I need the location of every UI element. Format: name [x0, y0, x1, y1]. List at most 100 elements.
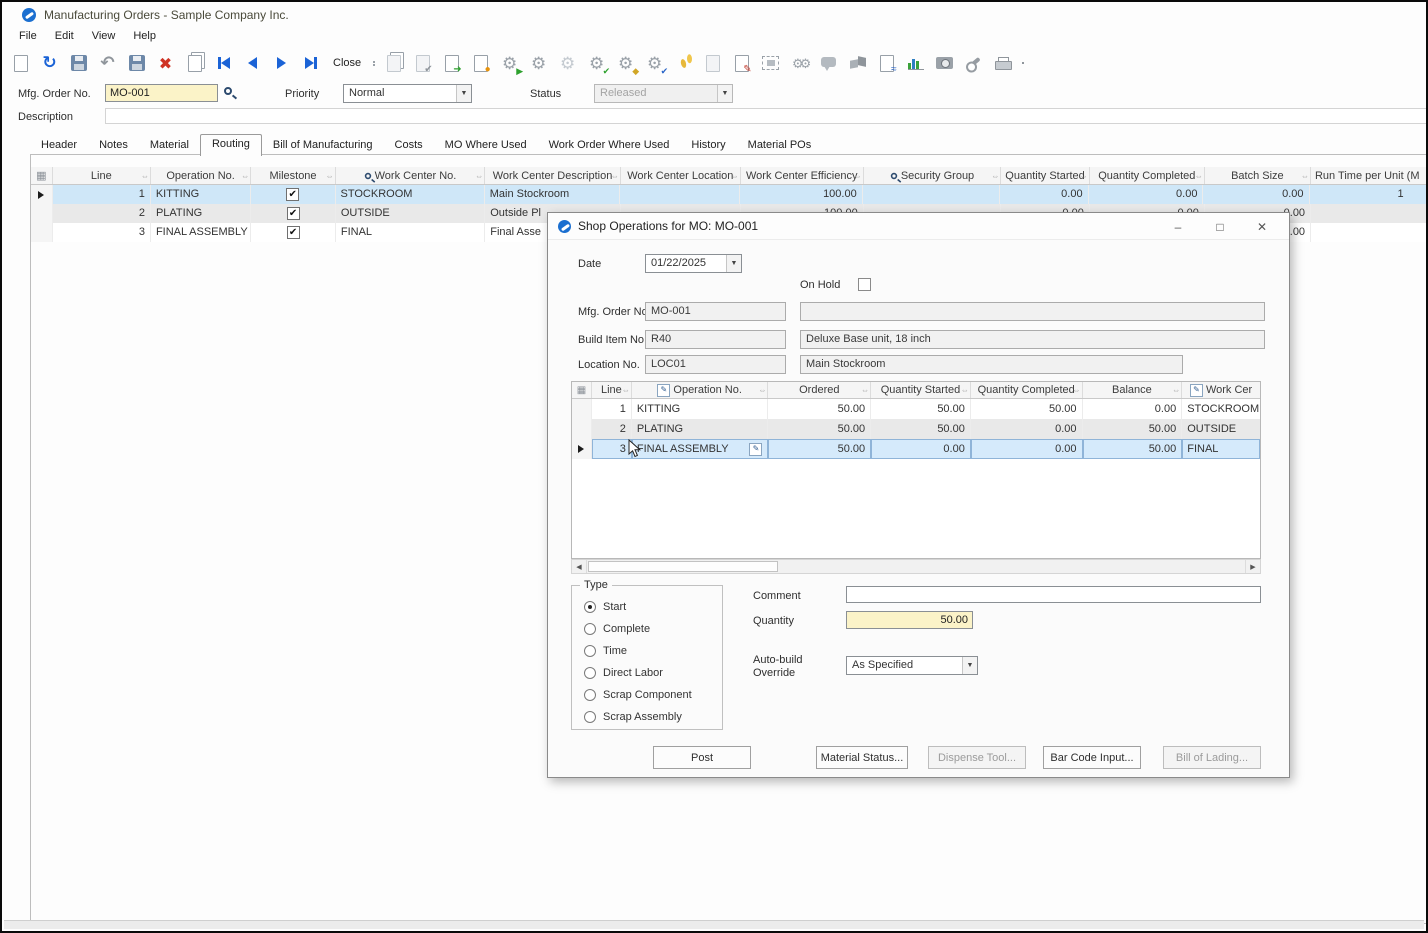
maximize-icon[interactable]: □ — [1199, 213, 1241, 240]
column-work-center-description[interactable]: Work Center Description⇔ — [485, 167, 621, 184]
print-icon[interactable] — [988, 50, 1017, 77]
menu-view[interactable]: View — [83, 28, 125, 47]
post-button[interactable]: Post — [653, 746, 751, 769]
chart-icon[interactable] — [901, 50, 930, 77]
column-work-center-no[interactable]: Work Center No.⇔ — [336, 167, 485, 184]
doc-export-icon[interactable]: ➜ — [437, 50, 466, 77]
copy-special-icon[interactable] — [379, 50, 408, 77]
preview-window-icon[interactable] — [756, 50, 785, 77]
first-record-icon[interactable] — [209, 50, 238, 77]
on-hold-checkbox[interactable] — [858, 278, 871, 291]
column-line[interactable]: Line⇔ — [592, 382, 632, 398]
table-row-selected[interactable]: 3 FINAL ASSEMBLY✎ 50.00 0.00 0.00 50.00 … — [572, 439, 1260, 459]
tab-costs[interactable]: Costs — [384, 136, 434, 155]
tab-bill-of-manufacturing[interactable]: Bill of Manufacturing — [262, 136, 384, 155]
column-milestone[interactable]: Milestone⇔ — [251, 167, 336, 184]
gear-verify-icon[interactable]: ⚙✔ — [640, 50, 669, 77]
radio-direct-labor[interactable]: Direct Labor — [584, 667, 663, 679]
new-icon[interactable] — [6, 50, 35, 77]
table-row[interactable]: 1 KITTING ✔ STOCKROOM Main Stockroom 100… — [31, 185, 1428, 204]
process-gear-icon[interactable]: ⚙▶ — [495, 50, 524, 77]
radio-scrap-assembly[interactable]: Scrap Assembly — [584, 711, 682, 723]
scroll-right-icon[interactable]: ▶ — [1245, 560, 1260, 573]
table-row[interactable]: 2 PLATING 50.00 50.00 0.00 50.00 OUTSIDE — [572, 419, 1260, 439]
comment-bubble-icon[interactable] — [814, 50, 843, 77]
tools-icon[interactable] — [959, 50, 988, 77]
column-work-center-location[interactable]: Work Center Location⇔ — [621, 167, 741, 184]
minimize-icon[interactable]: – — [1157, 213, 1199, 240]
doc-disabled-icon[interactable] — [698, 50, 727, 77]
bar-code-input-button[interactable]: Bar Code Input... — [1043, 746, 1141, 769]
radio-start[interactable]: Start — [584, 601, 626, 613]
column-quantity-started[interactable]: Quantity Started⇔ — [1001, 167, 1089, 184]
save-as-icon[interactable] — [122, 50, 151, 77]
scroll-left-icon[interactable]: ◀ — [572, 560, 587, 573]
grid-horizontal-scrollbar[interactable]: ◀ ▶ — [571, 559, 1261, 574]
edit-notes-icon[interactable]: ✎ — [727, 50, 756, 77]
checked-icon[interactable]: ✔ — [287, 207, 300, 220]
snapshot-icon[interactable] — [930, 50, 959, 77]
tab-material-pos[interactable]: Material POs — [737, 136, 823, 155]
comment-input[interactable] — [846, 586, 1261, 603]
save-icon[interactable] — [64, 50, 93, 77]
close-button[interactable]: Close — [325, 54, 369, 72]
column-line[interactable]: Line⇔ — [53, 167, 151, 184]
column-operation-no[interactable]: Operation No.⇔ — [151, 167, 251, 184]
tab-notes[interactable]: Notes — [88, 136, 139, 155]
doc-import-icon[interactable]: ● — [466, 50, 495, 77]
select-all-cell[interactable]: ▦ — [572, 382, 592, 398]
description-input[interactable] — [105, 108, 1427, 124]
tab-material[interactable]: Material — [139, 136, 200, 155]
tab-routing[interactable]: Routing — [200, 134, 262, 156]
gear-alt-icon[interactable]: ⚙ — [553, 50, 582, 77]
menu-file[interactable]: File — [10, 28, 46, 47]
toolbar-overflow[interactable] — [1021, 62, 1025, 64]
column-work-center-efficiency[interactable]: Work Center Efficiency⇔ — [741, 167, 864, 184]
select-all-cell[interactable]: ▦ — [31, 167, 53, 184]
cell-edit-icon[interactable]: ✎ — [749, 443, 762, 456]
last-record-icon[interactable] — [296, 50, 325, 77]
quantity-input[interactable]: 50.00 — [846, 611, 973, 629]
tab-work-order-where-used[interactable]: Work Order Where Used — [538, 136, 681, 155]
column-ordered[interactable]: Ordered⇔ — [768, 382, 871, 398]
components-icon[interactable] — [843, 50, 872, 77]
material-status-button[interactable]: Material Status... — [816, 746, 908, 769]
radio-complete[interactable]: Complete — [584, 623, 650, 635]
mfg-order-input[interactable]: MO-001 — [105, 84, 218, 102]
gear-icon[interactable]: ⚙ — [524, 50, 553, 77]
linked-gears-icon[interactable]: ⚙⚙ — [785, 50, 814, 77]
tab-mo-where-used[interactable]: MO Where Used — [434, 136, 538, 155]
checked-icon[interactable]: ✔ — [287, 226, 300, 239]
column-security-group[interactable]: Security Group⇔ — [864, 167, 1002, 184]
previous-record-icon[interactable] — [238, 50, 267, 77]
checked-icon[interactable]: ✔ — [286, 188, 299, 201]
column-quantity-completed[interactable]: Quantity Completed⇔ — [971, 382, 1083, 398]
gear-tools-icon[interactable]: ⚙◆ — [611, 50, 640, 77]
table-row[interactable]: 1 KITTING 50.00 50.00 50.00 0.00 STOCKRO… — [572, 399, 1260, 419]
next-record-icon[interactable] — [267, 50, 296, 77]
tab-header[interactable]: Header — [30, 136, 88, 155]
scrollbar-thumb[interactable] — [588, 561, 778, 572]
column-batch-size[interactable]: Batch Size⇔ — [1205, 167, 1311, 184]
menu-edit[interactable]: Edit — [46, 28, 83, 47]
delete-icon[interactable]: ✖ — [151, 50, 180, 77]
close-icon[interactable]: ✕ — [1241, 213, 1283, 240]
column-balance[interactable]: Balance⇔ — [1083, 382, 1183, 398]
radio-time[interactable]: Time — [584, 645, 627, 657]
copy-icon[interactable] — [180, 50, 209, 77]
autobuild-select[interactable]: As Specified▼ — [846, 656, 978, 675]
priority-select[interactable]: Normal▼ — [343, 84, 472, 103]
column-run-time[interactable]: Run Time per Unit (M — [1311, 167, 1428, 184]
column-quantity-completed[interactable]: Quantity Completed⇔ — [1090, 167, 1205, 184]
search-icon[interactable] — [224, 87, 232, 95]
report-doc-icon[interactable]: ≈ — [872, 50, 901, 77]
doc-check-icon[interactable]: ✔ — [408, 50, 437, 77]
gear-check-icon[interactable]: ⚙✔ — [582, 50, 611, 77]
column-operation-no[interactable]: ✎Operation No.⇔ — [632, 382, 769, 398]
footprints-icon[interactable] — [669, 50, 698, 77]
menu-help[interactable]: Help — [124, 28, 165, 47]
column-quantity-started[interactable]: Quantity Started⇔ — [871, 382, 971, 398]
date-picker[interactable]: 01/22/2025▼ — [645, 254, 742, 273]
undo-icon[interactable]: ↶ — [93, 50, 122, 77]
radio-scrap-component[interactable]: Scrap Component — [584, 689, 692, 701]
